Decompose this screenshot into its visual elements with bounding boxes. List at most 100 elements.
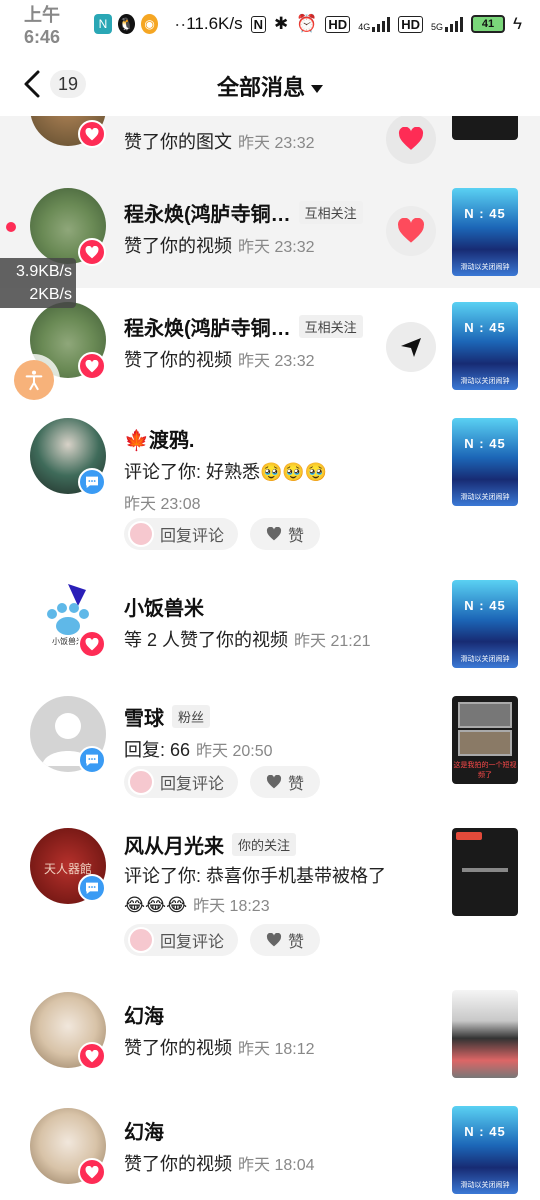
message-body: 赞了你的视频 昨天 18:04 — [124, 1154, 315, 1174]
list-item[interactable]: 幻海 赞了你的视频 昨天 18:04 N : 45 滑动以关闭闹钟 — [0, 1100, 540, 1200]
video-thumbnail[interactable]: N : 45 滑动以关闭闹钟 — [452, 188, 518, 276]
list-item[interactable]: 程永焕(鸿胪寺铜… 互相关注 赞了你的视频 昨天 23:32 N : 45 滑动以关… — [0, 288, 540, 404]
status-bar: 上午6:46 N 🐧 ◉ ·· 11.6K/s N ✱ ⏰ HD 4G HD 5… — [0, 0, 540, 48]
video-thumbnail[interactable]: N : 45 滑动以关闭闹钟 — [452, 1106, 518, 1194]
reply-comment-button[interactable]: 回复评论 — [124, 924, 239, 956]
relation-tag: 互相关注 — [298, 201, 363, 224]
video-thumbnail[interactable] — [452, 828, 518, 916]
liked-heart-button[interactable] — [386, 206, 436, 256]
accessibility-icon — [25, 370, 43, 391]
user-name[interactable]: 雪球 — [124, 702, 164, 731]
like-comment-button[interactable]: 赞 — [250, 924, 321, 956]
video-thumbnail[interactable]: N : 45 滑动以关闭闹钟 — [452, 302, 518, 390]
name-row: 幻海 — [124, 1000, 164, 1029]
comment-actions: 回复评论 赞 — [124, 518, 321, 550]
network-speed-overlay: 3.9KB/s 2KB/s — [0, 258, 76, 308]
liked-heart-button[interactable] — [386, 116, 436, 164]
list-item[interactable]: 雪球 粉丝 回复: 66 昨天 20:50 回复评论 赞 这是我拍的一个短视频了 — [0, 688, 540, 820]
like-badge-icon — [78, 1042, 106, 1070]
page-title: 全部消息 — [216, 75, 305, 100]
heart-icon — [266, 527, 282, 541]
video-thumbnail[interactable]: N : 45 滑动以关闭闹钟 — [452, 580, 518, 668]
share-button[interactable] — [386, 322, 436, 372]
user-name[interactable]: 小饭兽米 — [124, 592, 204, 621]
reply-comment-button[interactable]: 回复评论 — [124, 766, 239, 798]
hd-icon-2: HD — [398, 15, 423, 33]
user-name[interactable]: 风从月光来 — [124, 830, 224, 859]
heart-icon — [266, 775, 282, 789]
user-name[interactable]: 程永焕(鸿胪寺铜… — [124, 198, 291, 227]
name-row: 风从月光来 你的关注 — [124, 830, 297, 859]
unread-dot — [6, 222, 16, 232]
user-name[interactable]: 🍁渡鸦. — [124, 424, 194, 453]
relation-tag: 互相关注 — [298, 315, 363, 338]
comment-text-line2: 😂😂😂 昨天 18:23 — [124, 895, 270, 915]
charging-icon: ϟ — [513, 14, 522, 33]
comment-actions: 回复评论 赞 — [124, 924, 321, 956]
user-name[interactable]: 幻海 — [124, 1000, 164, 1029]
name-row: 雪球 粉丝 — [124, 702, 211, 731]
battery-icon: 41 — [471, 15, 505, 33]
user-name[interactable]: 程永焕(鸿胪寺铜… — [124, 312, 291, 341]
video-thumbnail[interactable]: N : 45 滑动以关闭闹钟 — [452, 418, 518, 506]
list-item[interactable]: 幻海 赞了你的视频 昨天 18:12 — [0, 984, 540, 1100]
signal-5g-icon: 5G — [431, 16, 463, 32]
like-badge-icon — [78, 1158, 106, 1186]
list-item[interactable]: 程永焕(鸿胪寺铜… 互相关注 赞了你的视频 昨天 23:32 N : 45 滑动以关… — [0, 176, 540, 288]
message-body: 回复: 66 昨天 20:50 — [124, 740, 273, 760]
name-row: 程永焕(鸿胪寺铜… 互相关注 — [124, 198, 363, 227]
name-row: 🍁渡鸦. — [124, 424, 194, 453]
reply-comment-button[interactable]: 回复评论 — [124, 518, 239, 550]
comment-text: 评论了你: 恭喜你手机基带被格了 — [124, 866, 387, 886]
heart-icon — [266, 933, 282, 947]
qq-icon: 🐧 — [117, 14, 135, 34]
video-thumbnail[interactable] — [452, 990, 518, 1078]
accessibility-floating-button[interactable] — [14, 360, 54, 400]
name-row: 幻海 — [124, 1116, 164, 1145]
chevron-down-icon — [311, 85, 323, 94]
my-avatar-mini — [128, 521, 154, 547]
comment-text: 评论了你: 好熟悉🥹🥹🥹 — [124, 462, 328, 482]
heart-icon — [398, 127, 424, 150]
video-thumbnail[interactable]: 这是我拍的一个短视频了 — [452, 696, 518, 784]
comment-actions: 回复评论 赞 — [124, 766, 321, 798]
message-body: 赞了你的视频 昨天 23:32 — [124, 350, 315, 370]
like-badge-icon — [78, 120, 106, 148]
net-speed: 11.6K/s — [186, 14, 243, 33]
list-item[interactable]: 🍁渡鸦. 评论了你: 好熟悉🥹🥹🥹 昨天 23:08 回复评论 赞 N : 45… — [0, 404, 540, 564]
signal-4g-icon: 4G — [358, 16, 391, 32]
message-body: 等 2 人赞了你的视频 昨天 21:21 — [124, 630, 371, 650]
my-avatar-mini — [128, 769, 154, 795]
name-row: 小饭兽米 — [124, 592, 204, 621]
message-body: 赞了你的视频 昨天 23:32 — [124, 236, 315, 256]
app-root: 上午6:46 N 🐧 ◉ ·· 11.6K/s N ✱ ⏰ HD 4G HD 5… — [0, 0, 540, 1200]
send-icon — [401, 338, 421, 357]
like-comment-button[interactable]: 赞 — [250, 766, 321, 798]
list-item[interactable]: 天人器館 风从月光来 你的关注 评论了你: 恭喜你手机基带被格了 😂😂😂 昨天 1… — [0, 824, 540, 980]
bluetooth-icon: ✱ — [273, 14, 289, 33]
video-thumbnail[interactable] — [452, 116, 518, 140]
comment-badge-icon — [78, 468, 106, 496]
status-right: 11.6K/s N ✱ ⏰ HD 4G HD 5G 41 ϟ — [186, 14, 522, 34]
relation-tag: 你的关注 — [232, 833, 297, 856]
like-badge-icon — [78, 630, 106, 658]
timestamp: 昨天 23:08 — [124, 496, 201, 513]
like-badge-icon — [78, 352, 106, 380]
comment-badge-icon — [78, 874, 106, 902]
my-avatar-mini — [128, 927, 154, 953]
message-list[interactable]: 赞了你的图文 昨天 23:32 程永焕(鸿胪寺铜… 互相关注 赞了你的视频 昨天 2… — [0, 116, 540, 1200]
hd-icon-1: HD — [325, 15, 351, 33]
message-body: 赞了你的视频 昨天 18:12 — [124, 1038, 315, 1058]
nfc-icon: N — [250, 15, 266, 33]
like-comment-button[interactable]: 赞 — [250, 518, 321, 550]
like-badge-icon — [78, 238, 106, 266]
clock: 上午6:46 — [24, 4, 61, 47]
header-bar: 19 全部消息 — [0, 52, 540, 116]
weibo-icon: ◉ — [140, 14, 159, 34]
list-item[interactable]: 赞了你的图文 昨天 23:32 — [0, 116, 540, 176]
user-name[interactable]: 幻海 — [124, 1116, 164, 1145]
message-body: 赞了你的图文 昨天 23:32 — [124, 132, 315, 152]
list-item[interactable]: 小饭兽米 小饭兽米 等 2 人赞了你的视频 昨天 21:21 N : 45 滑动以关… — [0, 572, 540, 684]
comment-badge-icon — [78, 746, 106, 774]
page-title-dropdown[interactable]: 全部消息 — [0, 70, 540, 102]
